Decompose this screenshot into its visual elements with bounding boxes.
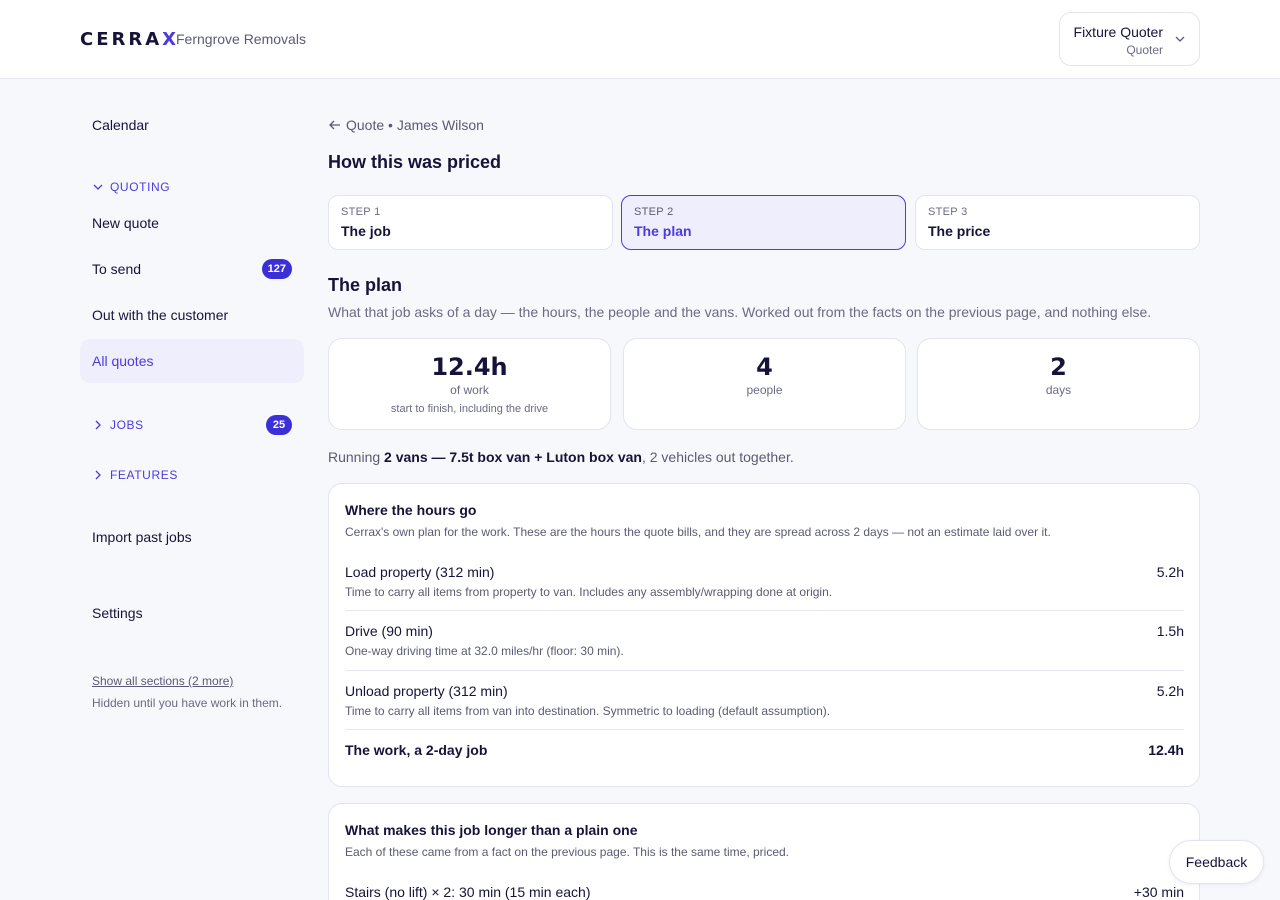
tab-step-3[interactable]: STEP 3 The price: [915, 195, 1200, 250]
step-tabs: STEP 1 The job STEP 2 The plan STEP 3 Th…: [328, 195, 1200, 250]
sidebar-item-out-with-customer[interactable]: Out with the customer: [80, 293, 304, 337]
show-all-sections-link[interactable]: Show all sections (2 more): [92, 674, 233, 688]
chevron-right-icon: [95, 470, 101, 480]
hours-row: Drive (90 min) One-way driving time at 3…: [345, 623, 1184, 658]
user-name: Fixture Quoter: [1073, 24, 1163, 40]
stat-label: people: [746, 383, 783, 397]
hours-row: Load property (312 min) Time to carry al…: [345, 564, 1184, 599]
stat-people: 4 people: [623, 338, 906, 430]
tab-step-2[interactable]: STEP 2 The plan: [621, 195, 906, 250]
top-bar: CERRAX Ferngrove Removals Fixture Quoter…: [0, 0, 1280, 79]
section-toggle-quoting[interactable]: QUOTING: [92, 177, 170, 197]
section-toggle-jobs[interactable]: JOBS: [92, 415, 292, 435]
chevron-down-icon: [1175, 36, 1185, 42]
cerrax-logo[interactable]: CERRAX: [80, 29, 179, 50]
hours-total-row: The work, a 2-day job 12.4h: [345, 742, 1184, 758]
vehicles-summary: Running 2 vans — 7.5t box van + Luton bo…: [328, 449, 794, 465]
arrow-left-icon: [329, 120, 340, 130]
stat-label: days: [1045, 383, 1072, 397]
sidebar-item-all-quotes[interactable]: All quotes: [80, 339, 304, 383]
row-value: 5.2h: [1156, 564, 1184, 580]
feedback-button[interactable]: Feedback: [1169, 840, 1264, 884]
card-title: Where the hours go: [345, 502, 477, 518]
hours-breakdown-card: Where the hours go Cerrax's own plan for…: [328, 483, 1200, 787]
breadcrumb[interactable]: Quote • James Wilson: [328, 117, 484, 133]
extra-time-row: Stairs (no lift) × 2: 30 min (15 min eac…: [345, 884, 1184, 900]
total-value: 12.4h: [1148, 742, 1184, 758]
row-value: 5.2h: [1156, 683, 1184, 699]
card-subtitle: Cerrax's own plan for the work. These ar…: [345, 525, 1051, 539]
divider: [345, 670, 1184, 671]
card-title: What makes this job longer than a plain …: [345, 822, 638, 838]
sidebar-item-calendar[interactable]: Calendar: [80, 103, 304, 147]
company-name: Ferngrove Removals: [176, 31, 306, 47]
tab-step-1[interactable]: STEP 1 The job: [328, 195, 613, 250]
user-menu[interactable]: Fixture Quoter Quoter: [1059, 12, 1200, 66]
stat-label: of work: [450, 383, 489, 397]
user-role: Quoter: [1126, 43, 1163, 57]
divider: [345, 729, 1184, 730]
sidebar-item-new-quote[interactable]: New quote: [80, 201, 304, 245]
page-title: How this was priced: [328, 152, 502, 172]
section-subtitle: What that job asks of a day — the hours,…: [328, 304, 1152, 320]
hidden-sections-note: Hidden until you have work in them.: [92, 696, 283, 710]
chevron-down-icon: [93, 184, 103, 190]
section-toggle-features[interactable]: FEATURES: [92, 465, 178, 485]
divider: [345, 610, 1184, 611]
row-value: 1.5h: [1156, 623, 1184, 639]
jobs-count-badge: 25: [266, 415, 292, 435]
extra-time-card: What makes this job longer than a plain …: [328, 803, 1200, 900]
sidebar-item-settings[interactable]: Settings: [80, 591, 304, 635]
stat-value: 4: [756, 353, 773, 381]
stat-value: 12.4h: [431, 353, 508, 381]
hours-row: Unload property (312 min) Time to carry …: [345, 683, 1184, 718]
row-value: +30 min: [1133, 884, 1184, 900]
section-title: The plan: [328, 275, 403, 295]
sidebar-item-to-send[interactable]: To send 127: [80, 247, 304, 291]
sidebar-item-import-past-jobs[interactable]: Import past jobs: [80, 515, 304, 559]
count-badge: 127: [261, 259, 292, 279]
chevron-right-icon: [95, 420, 101, 430]
stat-note: start to finish, including the drive: [390, 403, 549, 415]
stat-days: 2 days: [917, 338, 1200, 430]
stat-hours: 12.4h of work start to finish, including…: [328, 338, 611, 430]
card-subtitle: Each of these came from a fact on the pr…: [345, 845, 789, 859]
stat-value: 2: [1050, 353, 1067, 381]
